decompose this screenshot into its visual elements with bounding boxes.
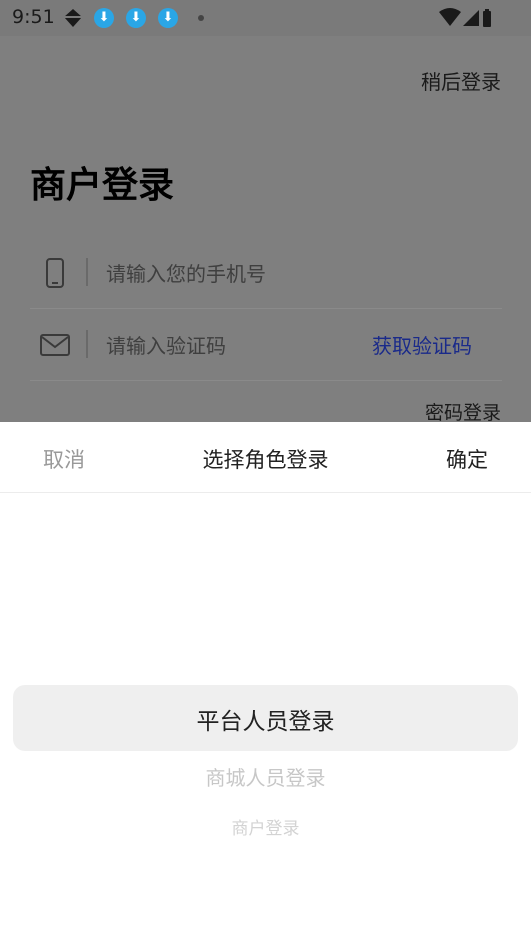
code-input[interactable]: 请输入验证码 (106, 330, 226, 359)
sheet-header: 取消 选择角色登录 确定 (0, 422, 531, 493)
signal-icon (463, 10, 479, 26)
role-picker-sheet: 取消 选择角色登录 确定 平台人员登录 商城人员登录 商户登录 (0, 422, 531, 944)
phone-icon (46, 258, 64, 288)
mail-icon (40, 334, 70, 356)
kite-icon (64, 9, 82, 27)
role-option-mall[interactable]: 商城人员登录 (0, 762, 531, 791)
download-icon: ⬇ (158, 8, 178, 28)
wifi-icon (439, 8, 461, 26)
role-picker-wheel[interactable]: 平台人员登录 商城人员登录 商户登录 (0, 492, 531, 944)
download-icon: ⬇ (94, 8, 114, 28)
system-indicators (439, 8, 491, 27)
dot-icon (198, 15, 204, 21)
login-later-button[interactable]: 稍后登录 (421, 66, 501, 95)
role-option-platform[interactable]: 平台人员登录 (0, 702, 531, 736)
download-icon: ⬇ (126, 8, 146, 28)
code-field[interactable]: 请输入验证码 获取验证码 (30, 308, 502, 381)
merchant-login-page: 稍后登录 商户登录 请输入您的手机号 请输入验证码 获取验证码 密码登录 (0, 36, 531, 424)
battery-icon (483, 11, 491, 27)
phone-field[interactable]: 请输入您的手机号 (30, 236, 502, 309)
field-divider (86, 330, 88, 358)
get-code-button[interactable]: 获取验证码 (372, 330, 472, 359)
page-title: 商户登录 (30, 165, 175, 206)
field-divider (86, 258, 88, 286)
confirm-button[interactable]: 确定 (446, 444, 488, 474)
role-option-merchant[interactable]: 商户登录 (0, 814, 531, 839)
status-time: 9:51 (12, 6, 55, 28)
phone-input[interactable]: 请输入您的手机号 (106, 258, 266, 287)
status-bar: 9:51 ⬇ ⬇ ⬇ (0, 0, 531, 36)
password-login-link[interactable]: 密码登录 (425, 398, 501, 425)
